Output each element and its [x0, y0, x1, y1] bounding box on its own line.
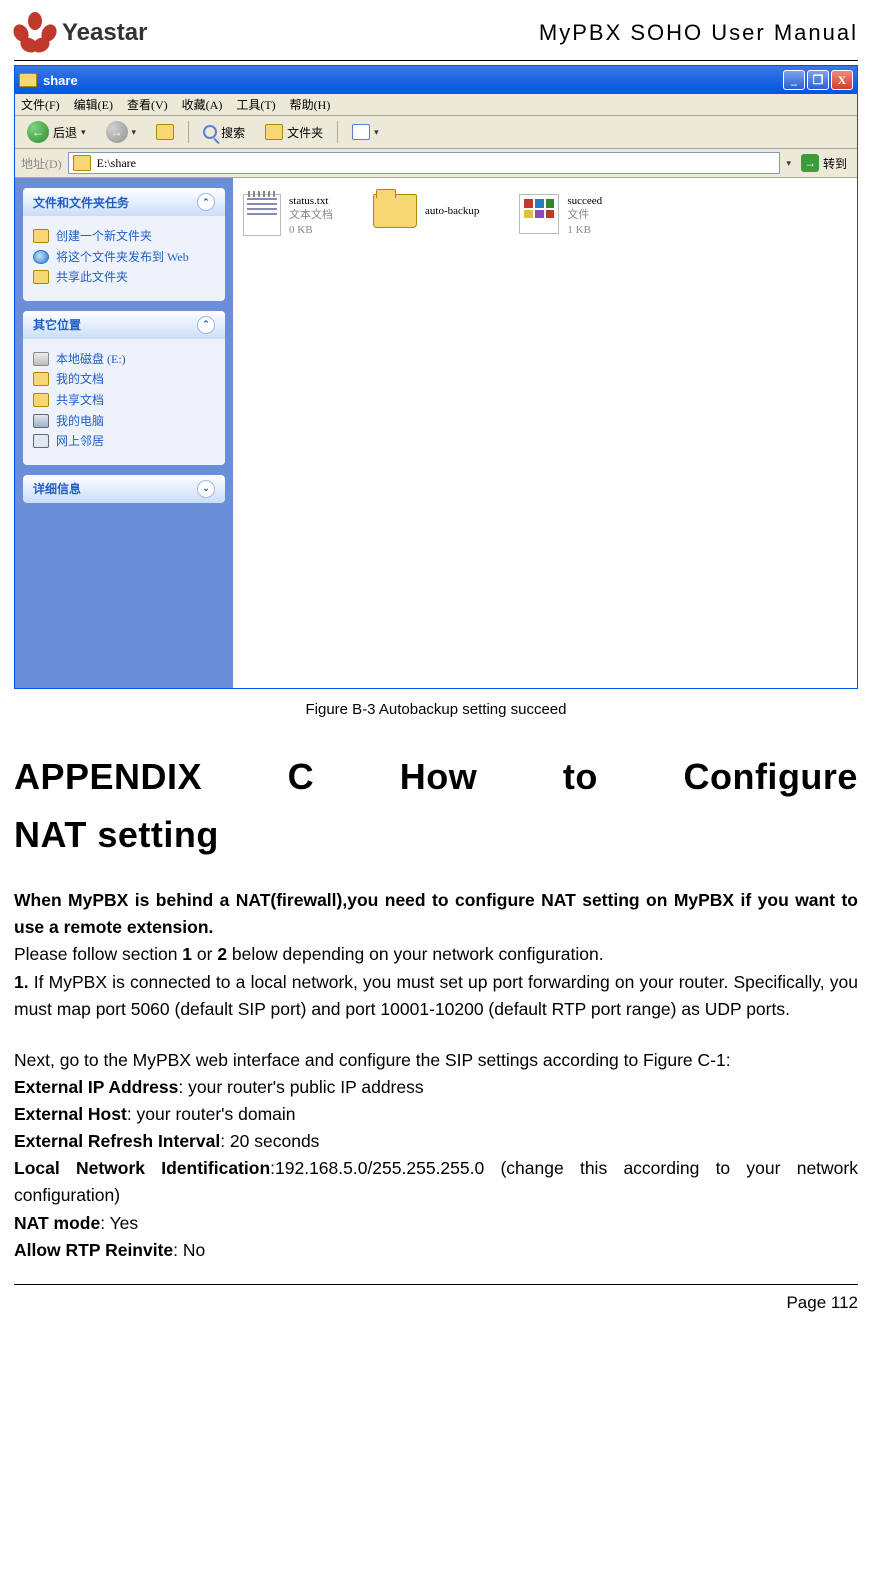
share-icon [33, 270, 49, 284]
document-title: MyPBX SOHO User Manual [539, 20, 858, 46]
minimize-button[interactable]: _ [783, 70, 805, 90]
details-title: 详细信息 [33, 480, 81, 497]
file-list[interactable]: status.txt 文本文档 0 KB auto-backup succeed [233, 178, 857, 688]
folder-icon [73, 155, 91, 171]
places-header[interactable]: 其它位置 ⌃ [23, 311, 225, 339]
file-name: succeed [567, 194, 602, 208]
folder-icon [19, 73, 37, 87]
globe-icon [33, 250, 49, 264]
go-arrow-icon: → [801, 154, 819, 172]
explorer-window: share _ ❐ X 文件(F) 编辑(E) 查看(V) 收藏(A) 工具(T… [14, 65, 858, 689]
back-label: 后退 [53, 124, 77, 141]
place-local-disk[interactable]: 本地磁盘 (E:) [33, 352, 215, 368]
brand-text: Yeastar [62, 19, 147, 47]
separator [337, 121, 338, 143]
brand-logo: Yeastar [14, 12, 147, 54]
task-share-folder[interactable]: 共享此文件夹 [33, 270, 215, 286]
address-bar: 地址(D) E:\share ▾ → 转到 [15, 149, 857, 178]
forward-arrow-icon: → [106, 121, 128, 143]
file-name: status.txt [289, 194, 333, 208]
place-my-computer[interactable]: 我的电脑 [33, 414, 215, 430]
menu-edit[interactable]: 编辑(E) [74, 96, 113, 113]
file-size: 0 KB [289, 223, 333, 237]
chevron-down-icon: ▾ [81, 127, 86, 138]
separator [188, 121, 189, 143]
menu-help[interactable]: 帮助(H) [290, 96, 331, 113]
close-button[interactable]: X [831, 70, 853, 90]
search-label: 搜索 [221, 124, 245, 141]
text-file-icon [243, 194, 281, 236]
places-panel: 其它位置 ⌃ 本地磁盘 (E:) 我的文档 共享文档 我的电脑 网上邻居 [23, 311, 225, 465]
maximize-button[interactable]: ❐ [807, 70, 829, 90]
address-input[interactable]: E:\share [68, 152, 781, 174]
up-button[interactable] [150, 122, 180, 142]
views-icon [352, 124, 370, 140]
details-header[interactable]: 详细信息 ⌄ [23, 475, 225, 503]
file-succeed[interactable]: succeed 文件 1 KB [519, 194, 602, 237]
forward-button[interactable]: → ▾ [100, 119, 143, 145]
figure-caption: Figure B-3 Autobackup setting succeed [14, 701, 858, 718]
tasks-title: 文件和文件夹任务 [33, 194, 129, 211]
sidebar: 文件和文件夹任务 ⌃ 创建一个新文件夹 将这个文件夹发布到 Web 共享此文件夹… [15, 178, 233, 688]
file-type: 文件 [567, 208, 602, 222]
address-path: E:\share [97, 156, 136, 171]
collapse-icon[interactable]: ⌃ [197, 316, 215, 334]
tasks-panel: 文件和文件夹任务 ⌃ 创建一个新文件夹 将这个文件夹发布到 Web 共享此文件夹 [23, 188, 225, 301]
documents-icon [33, 372, 49, 386]
details-panel: 详细信息 ⌄ [23, 475, 225, 503]
task-new-folder[interactable]: 创建一个新文件夹 [33, 229, 215, 245]
window-title: share [43, 73, 783, 88]
folder-icon [373, 194, 417, 228]
folder-up-icon [156, 124, 174, 140]
file-name: auto-backup [425, 204, 479, 218]
search-icon [203, 125, 217, 139]
appendix-heading: APPENDIX C How to Configure NAT setting [14, 748, 858, 863]
folders-label: 文件夹 [287, 124, 323, 141]
go-label: 转到 [823, 155, 847, 172]
disk-icon [33, 352, 49, 366]
menu-bar: 文件(F) 编辑(E) 查看(V) 收藏(A) 工具(T) 帮助(H) [15, 94, 857, 116]
menu-view[interactable]: 查看(V) [127, 96, 168, 113]
header-rule [14, 60, 858, 61]
place-my-docs[interactable]: 我的文档 [33, 372, 215, 388]
flower-icon [14, 12, 56, 54]
expand-icon[interactable]: ⌄ [197, 480, 215, 498]
place-shared-docs[interactable]: 共享文档 [33, 393, 215, 409]
generic-file-icon [519, 194, 559, 234]
chevron-down-icon: ▾ [374, 127, 379, 138]
chevron-down-icon[interactable]: ▾ [786, 158, 791, 169]
network-icon [33, 434, 49, 448]
file-status-txt[interactable]: status.txt 文本文档 0 KB [243, 194, 333, 237]
file-auto-backup[interactable]: auto-backup [373, 194, 479, 228]
views-button[interactable]: ▾ [346, 122, 385, 142]
body-content: When MyPBX is behind a NAT(firewall),you… [14, 887, 858, 1264]
toolbar: ← 后退 ▾ → ▾ 搜索 文件夹 ▾ [15, 116, 857, 149]
back-arrow-icon: ← [27, 121, 49, 143]
back-button[interactable]: ← 后退 ▾ [21, 119, 92, 145]
menu-tools[interactable]: 工具(T) [236, 96, 275, 113]
shared-docs-icon [33, 393, 49, 407]
chevron-down-icon: ▾ [132, 127, 137, 138]
tasks-header[interactable]: 文件和文件夹任务 ⌃ [23, 188, 225, 216]
place-network[interactable]: 网上邻居 [33, 434, 215, 450]
collapse-icon[interactable]: ⌃ [197, 193, 215, 211]
search-button[interactable]: 搜索 [197, 122, 251, 143]
menu-file[interactable]: 文件(F) [21, 96, 60, 113]
folders-icon [265, 124, 283, 140]
window-titlebar[interactable]: share _ ❐ X [15, 66, 857, 94]
folders-button[interactable]: 文件夹 [259, 122, 329, 143]
computer-icon [33, 414, 49, 428]
file-size: 1 KB [567, 223, 602, 237]
places-title: 其它位置 [33, 316, 81, 333]
task-publish-web[interactable]: 将这个文件夹发布到 Web [33, 250, 215, 266]
menu-favorites[interactable]: 收藏(A) [182, 96, 223, 113]
address-label: 地址(D) [21, 155, 62, 172]
go-button[interactable]: → 转到 [797, 152, 851, 174]
page-header: Yeastar MyPBX SOHO User Manual [14, 8, 858, 60]
file-type: 文本文档 [289, 208, 333, 222]
page-number: Page 112 [14, 1285, 858, 1319]
new-folder-icon [33, 229, 49, 243]
